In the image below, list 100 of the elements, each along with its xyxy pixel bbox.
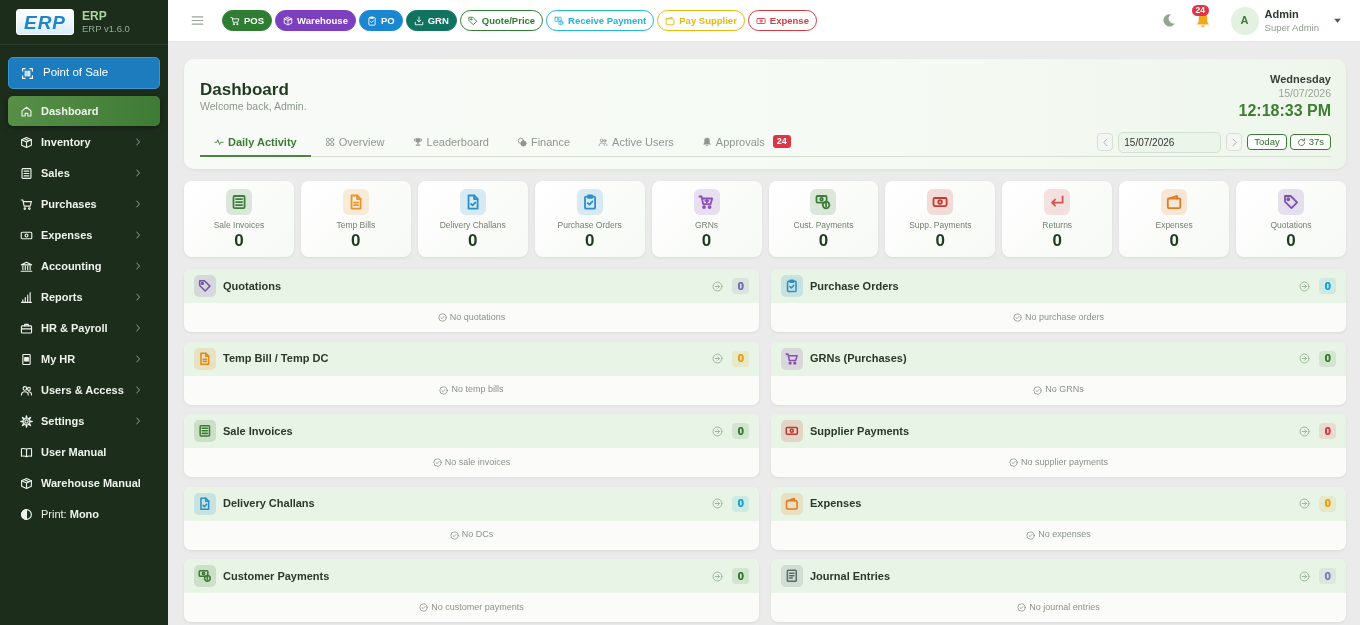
cash-icon <box>755 15 766 26</box>
stat-value: 0 <box>351 231 361 250</box>
arrow-circle-icon[interactable] <box>1299 498 1310 509</box>
id-card-icon <box>20 352 33 366</box>
coins-icon <box>516 136 527 147</box>
tab[interactable]: Daily Activity <box>200 128 311 158</box>
briefcase-icon <box>20 321 33 335</box>
arrow-circle-icon[interactable] <box>712 498 723 509</box>
today-button[interactable]: Today <box>1247 134 1287 150</box>
contrast-icon <box>20 507 33 521</box>
sidebar-item[interactable]: Dashboard <box>8 96 160 126</box>
panel-title: GRNs (Purchases) <box>810 351 907 367</box>
count-badge: 0 <box>1319 278 1336 294</box>
check-circle-icon <box>449 530 459 540</box>
sidebar-item[interactable]: Accounting <box>8 251 160 281</box>
chevron-right-icon <box>134 138 142 146</box>
stat-value: 0 <box>1052 231 1062 250</box>
count-badge: 0 <box>1319 495 1336 512</box>
chevron-right-icon <box>134 262 142 270</box>
quick-action-button[interactable]: GRN <box>405 10 457 31</box>
cart-icon <box>20 197 33 211</box>
quick-action-button[interactable]: Expense <box>747 10 817 31</box>
arrow-circle-icon[interactable] <box>712 425 723 437</box>
panel-title: Expenses <box>810 496 862 512</box>
empty-message: No customer payments <box>431 600 524 614</box>
caret-icon[interactable] <box>1333 16 1342 25</box>
count-badge: 0 <box>732 568 749 584</box>
arrow-circle-icon[interactable] <box>1299 280 1310 292</box>
quick-action-button[interactable]: PO <box>358 10 403 31</box>
settings-icon <box>20 414 33 428</box>
stat-label: Temp Bills <box>336 220 376 231</box>
pulse-icon <box>214 136 224 147</box>
stat-label: Supp. Payments <box>909 220 972 231</box>
empty-message: No quotations <box>449 310 506 324</box>
stat-value: 0 <box>701 231 712 250</box>
arrow-circle-icon[interactable] <box>1299 425 1310 437</box>
check-circle-icon <box>439 385 449 395</box>
chevron-right-icon <box>134 324 142 332</box>
stat-value: 0 <box>818 231 829 250</box>
house-icon <box>20 104 33 118</box>
user-role: Super Admin <box>1264 21 1319 34</box>
previous-day-button[interactable] <box>1097 133 1114 151</box>
page-title: Dashboard <box>200 80 290 100</box>
arrow-circle-icon[interactable] <box>1299 353 1310 364</box>
bank-icon <box>20 259 33 273</box>
count-badge: 0 <box>1319 423 1336 439</box>
panel-title: Temp Bill / Temp DC <box>223 351 329 367</box>
users-icon <box>598 136 609 147</box>
sidebar-item[interactable]: Purchases <box>8 189 160 219</box>
print-mode-toggle[interactable]: Print: Mono <box>8 499 160 529</box>
check-circle-icon <box>1008 458 1018 467</box>
chevron-left-icon <box>1100 137 1110 147</box>
cash-coin-icon <box>554 15 565 26</box>
menu-icon[interactable] <box>191 14 204 27</box>
empty-message: No purchase orders <box>1024 310 1104 324</box>
sidebar-item[interactable]: Inventory <box>8 127 160 157</box>
sidebar-item[interactable]: Settings <box>8 406 160 436</box>
chevron-right-icon <box>134 293 142 301</box>
panel-title: Customer Payments <box>223 568 330 584</box>
chevron-right-icon <box>134 231 142 239</box>
moon-icon[interactable] <box>1160 13 1176 28</box>
sidebar-item[interactable]: Expenses <box>8 220 160 250</box>
list-icon <box>20 166 33 180</box>
empty-message: No supplier payments <box>1020 455 1108 469</box>
arrow-circle-icon[interactable] <box>1299 570 1310 582</box>
sidebar-item[interactable]: Reports <box>8 282 160 312</box>
stat-value: 0 <box>468 231 478 250</box>
arrow-circle-icon[interactable] <box>712 280 723 292</box>
box-icon <box>283 15 294 26</box>
tab[interactable]: Approvals 24 <box>687 128 805 158</box>
point-of-sale-button[interactable]: Point of Sale <box>8 57 160 89</box>
check-circle-icon <box>1017 603 1027 612</box>
sidebar-item[interactable]: Warehouse Manual <box>8 468 160 498</box>
weekday: Wednesday <box>1269 72 1331 86</box>
empty-message: No expenses <box>1038 528 1091 542</box>
stat-label: Purchase Orders <box>557 220 622 231</box>
chevron-right-icon <box>134 386 142 394</box>
stat-label: Delivery Challans <box>439 220 506 231</box>
panel-title: Purchase Orders <box>810 278 899 294</box>
stat-value: 0 <box>935 231 946 250</box>
app-version: ERP v1.6.0 <box>82 22 130 35</box>
sidebar-item[interactable]: My HR <box>8 344 160 374</box>
arrow-circle-icon[interactable] <box>712 353 723 364</box>
date-field[interactable]: 15/07/2026 <box>1118 131 1222 153</box>
sidebar-item[interactable]: Users & Access <box>8 375 160 405</box>
quick-action-button[interactable]: Quote/Price <box>459 10 544 31</box>
arrow-circle-icon[interactable] <box>712 570 723 582</box>
check-circle-icon <box>1026 530 1036 540</box>
check-circle-icon <box>1033 385 1043 395</box>
sidebar-item[interactable]: User Manual <box>8 437 160 467</box>
next-day-button[interactable] <box>1226 133 1243 151</box>
sidebar-item[interactable]: Sales <box>8 158 160 188</box>
quick-action-button[interactable]: Warehouse <box>275 10 356 31</box>
check-circle-icon <box>1012 313 1022 322</box>
chevron-right-icon <box>134 200 142 208</box>
sidebar-item[interactable]: HR & Payroll <box>8 313 160 343</box>
quick-action-button[interactable]: POS <box>222 10 273 31</box>
empty-message: No GRNs <box>1045 383 1084 397</box>
count-badge: 0 <box>732 423 749 439</box>
refresh-button[interactable]: 37s <box>1289 134 1331 150</box>
